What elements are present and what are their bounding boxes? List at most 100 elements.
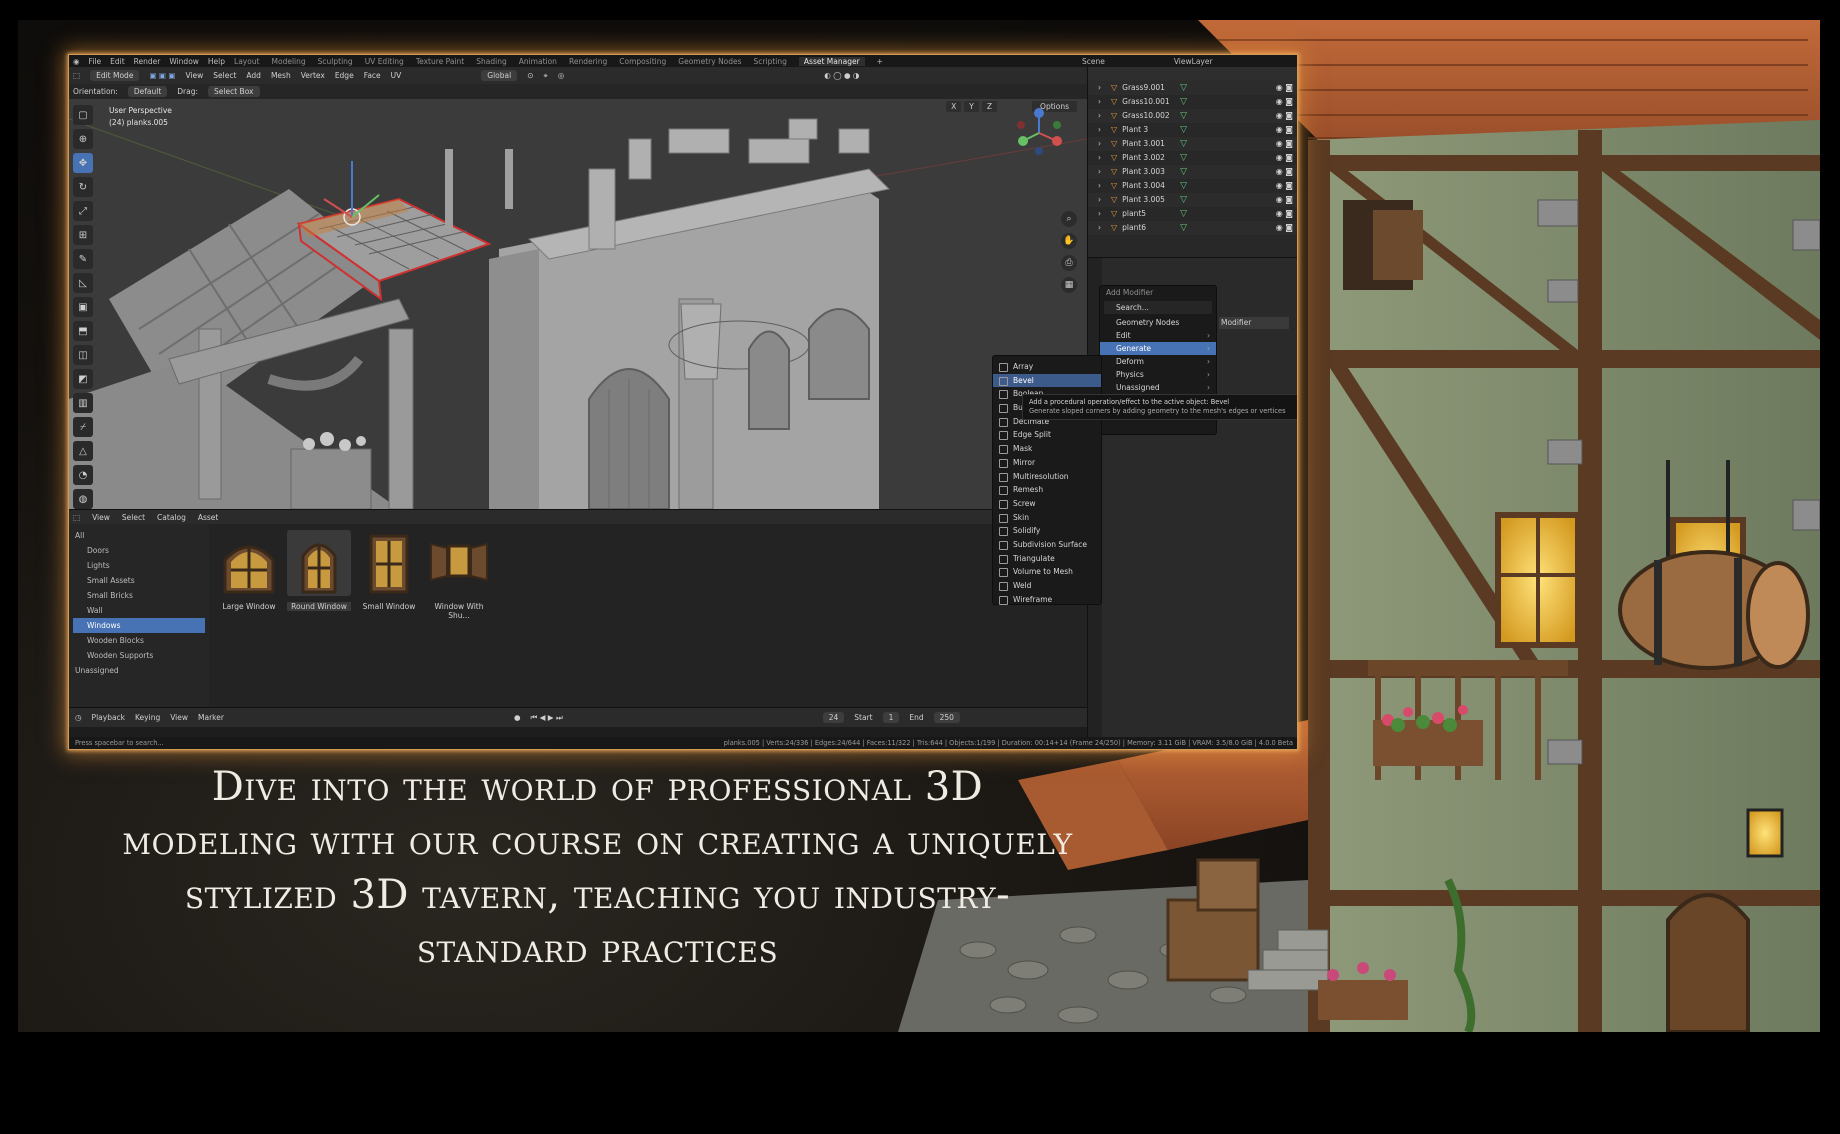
generate-item-subdivision-surface[interactable]: Subdivision Surface	[993, 538, 1101, 552]
menu-vertex[interactable]: Vertex	[301, 71, 325, 80]
outliner-row[interactable]: › ▽ Plant 3.004 ▽ ◉ ◙	[1088, 179, 1297, 193]
asset-menu-asset[interactable]: Asset	[198, 513, 219, 522]
catalog-wooden-blocks[interactable]: Wooden Blocks	[69, 633, 209, 648]
poly-build-icon[interactable]: △	[73, 441, 93, 461]
expand-icon[interactable]: ›	[1098, 95, 1101, 109]
measure-icon[interactable]: ◺	[73, 273, 93, 293]
visibility-icons[interactable]: ◉ ◙	[1276, 207, 1293, 221]
scale-icon[interactable]: ⤢	[73, 201, 93, 221]
navigation-gizmo[interactable]	[1013, 107, 1065, 159]
camera-icon[interactable]: ⎙	[1061, 255, 1077, 271]
tab-texture-paint[interactable]: Texture Paint	[416, 57, 464, 66]
menu-file[interactable]: File	[89, 57, 102, 66]
zoom-icon[interactable]: ⌕	[1061, 211, 1077, 227]
modifier-search-input[interactable]: Search...	[1104, 301, 1212, 314]
generate-item-solidify[interactable]: Solidify	[993, 524, 1101, 538]
visibility-icons[interactable]: ◉ ◙	[1276, 193, 1293, 207]
generate-item-remesh[interactable]: Remesh	[993, 483, 1101, 497]
loop-cut-icon[interactable]: ▥	[73, 393, 93, 413]
shading-buttons[interactable]: ◐ ◯ ● ◑	[824, 71, 859, 80]
expand-icon[interactable]: ›	[1098, 165, 1101, 179]
modifier-category-unassigned[interactable]: Unassigned ›	[1100, 381, 1216, 394]
outliner-row[interactable]: › ▽ Grass10.001 ▽ ◉ ◙	[1088, 95, 1297, 109]
visibility-icons[interactable]: ◉ ◙	[1276, 151, 1293, 165]
modifier-category-generate[interactable]: Generate ›	[1100, 342, 1216, 355]
outliner-row[interactable]: › ▽ Plant 3.002 ▽ ◉ ◙	[1088, 151, 1297, 165]
knife-icon[interactable]: ⌿	[73, 417, 93, 437]
expand-icon[interactable]: ›	[1098, 179, 1101, 193]
timeline-view-menu[interactable]: View	[170, 713, 188, 722]
proportional-edit-icon[interactable]: ◎	[558, 71, 565, 80]
start-frame-field[interactable]: 1	[882, 712, 900, 723]
modifier-category-geometry-nodes[interactable]: Geometry Nodes	[1100, 316, 1216, 329]
visibility-icons[interactable]: ◉ ◙	[1276, 137, 1293, 151]
expand-icon[interactable]: ›	[1098, 137, 1101, 151]
expand-icon[interactable]: ›	[1098, 193, 1101, 207]
expand-icon[interactable]: ›	[1098, 81, 1101, 95]
rotate-icon[interactable]: ↻	[73, 177, 93, 197]
tab-shading[interactable]: Shading	[476, 57, 506, 66]
bevel-icon[interactable]: ◩	[73, 369, 93, 389]
catalog-small-bricks[interactable]: Small Bricks	[69, 588, 209, 603]
expand-icon[interactable]: ›	[1098, 221, 1101, 235]
modifier-category-physics[interactable]: Physics ›	[1100, 368, 1216, 381]
catalog-doors[interactable]: Doors	[69, 543, 209, 558]
catalog-windows[interactable]: Windows	[73, 618, 205, 633]
scene-selector[interactable]: Scene	[1082, 57, 1105, 66]
asset-menu-select[interactable]: Select	[122, 513, 145, 522]
outliner-row[interactable]: › ▽ Plant 3.001 ▽ ◉ ◙	[1088, 137, 1297, 151]
generate-item-bevel[interactable]: Bevel	[993, 373, 1101, 388]
tab-scripting[interactable]: Scripting	[754, 57, 787, 66]
visibility-icons[interactable]: ◉ ◙	[1276, 95, 1293, 109]
menu-add[interactable]: Add	[246, 71, 261, 80]
generate-item-mirror[interactable]: Mirror	[993, 456, 1101, 470]
catalog-small-assets[interactable]: Small Assets	[69, 573, 209, 588]
drag-dropdown[interactable]: Select Box	[208, 86, 260, 97]
viewlayer-selector[interactable]: ViewLayer	[1174, 57, 1213, 66]
menu-window[interactable]: Window	[169, 57, 199, 66]
visibility-icons[interactable]: ◉ ◙	[1276, 81, 1293, 95]
pivot-icon[interactable]: ⊙	[527, 71, 533, 80]
catalog-wooden-supports[interactable]: Wooden Supports	[69, 648, 209, 663]
end-frame-field[interactable]: 250	[933, 712, 960, 723]
tab-sculpting[interactable]: Sculpting	[318, 57, 353, 66]
generate-item-wireframe[interactable]: Wireframe	[993, 593, 1101, 607]
playback-controls[interactable]: ⏮ ◀ ▶ ⏭	[531, 713, 563, 723]
annotate-icon[interactable]: ✎	[73, 249, 93, 269]
generate-item-edge-split[interactable]: Edge Split	[993, 428, 1101, 442]
inset-icon[interactable]: ◫	[73, 345, 93, 365]
menu-mesh[interactable]: Mesh	[271, 71, 291, 80]
extrude-icon[interactable]: ⬒	[73, 321, 93, 341]
outliner-row[interactable]: › ▽ Grass10.002 ▽ ◉ ◙	[1088, 109, 1297, 123]
asset-tile[interactable]: Round Window	[287, 530, 351, 620]
catalog-wall[interactable]: Wall	[69, 603, 209, 618]
record-icon[interactable]: ●	[514, 713, 521, 722]
select-mode-icons[interactable]: ▣ ▣ ▣	[149, 71, 175, 80]
tab-uv-editing[interactable]: UV Editing	[365, 57, 404, 66]
snap-icon[interactable]: ⌖	[544, 71, 548, 81]
generate-item-mask[interactable]: Mask	[993, 442, 1101, 456]
visibility-icons[interactable]: ◉ ◙	[1276, 165, 1293, 179]
asset-tile[interactable]: Small Window	[357, 530, 421, 620]
3d-viewport[interactable]: ▢ ⊕ ✥ ↻ ⤢ ⊞ ✎ ◺ ▣ ⬒ ◫ ◩ ▥ ⌿ △ ◔ ◍ User P…	[69, 99, 1087, 509]
expand-icon[interactable]: ›	[1098, 123, 1101, 137]
generate-item-skin[interactable]: Skin	[993, 511, 1101, 525]
orientation-dropdown[interactable]: Default	[127, 86, 168, 97]
outliner-row[interactable]: › ▽ plant5 ▽ ◉ ◙	[1088, 207, 1297, 221]
axis-z-toggle[interactable]: Z	[981, 101, 997, 112]
tab-modeling[interactable]: Modeling	[272, 57, 306, 66]
cursor-icon[interactable]: ⊕	[73, 129, 93, 149]
pan-hand-icon[interactable]: ✋	[1061, 233, 1077, 249]
timeline-marker-menu[interactable]: Marker	[198, 713, 224, 722]
menu-view[interactable]: View	[185, 71, 203, 80]
transform-orientation-dropdown[interactable]: Global	[481, 70, 518, 81]
tab-geometry-nodes[interactable]: Geometry Nodes	[678, 57, 741, 66]
asset-tile[interactable]: Window With Shu...	[427, 530, 491, 620]
catalog-unassigned[interactable]: Unassigned	[69, 663, 209, 678]
outliner-row[interactable]: › ▽ Plant 3 ▽ ◉ ◙	[1088, 123, 1297, 137]
menu-edit[interactable]: Edit	[110, 57, 125, 66]
expand-icon[interactable]: ›	[1098, 151, 1101, 165]
modifier-category-edit[interactable]: Edit ›	[1100, 329, 1216, 342]
generate-item-weld[interactable]: Weld	[993, 579, 1101, 593]
expand-icon[interactable]: ›	[1098, 109, 1101, 123]
